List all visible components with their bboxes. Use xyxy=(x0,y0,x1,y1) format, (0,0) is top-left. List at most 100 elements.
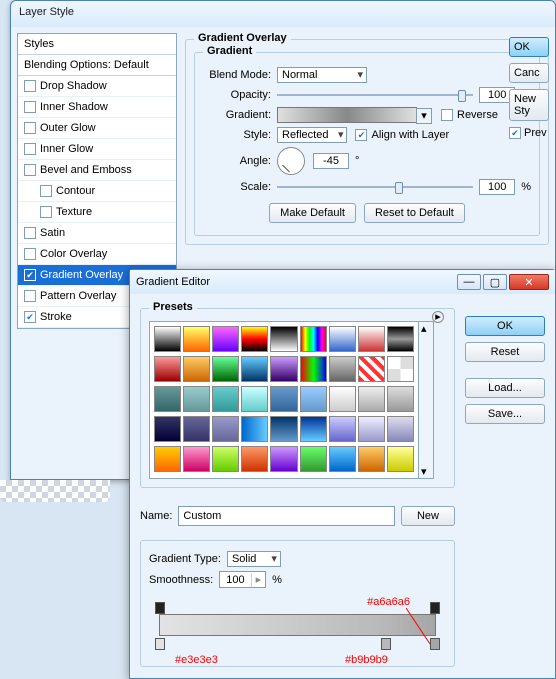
style-item-bevel-and-emboss[interactable]: Bevel and Emboss xyxy=(18,160,176,181)
preset-swatch[interactable] xyxy=(212,446,239,472)
ls-cancel-button[interactable]: Canc xyxy=(509,63,549,83)
preset-swatch[interactable] xyxy=(387,416,414,442)
make-default-button[interactable]: Make Default xyxy=(269,203,356,223)
preset-swatch[interactable] xyxy=(329,386,356,412)
ge-ok-button[interactable]: OK xyxy=(465,316,545,336)
preset-swatch[interactable] xyxy=(241,446,268,472)
preset-swatch[interactable] xyxy=(212,326,239,352)
style-item-outer-glow[interactable]: Outer Glow xyxy=(18,118,176,139)
preset-swatch[interactable] xyxy=(358,326,385,352)
preset-swatch[interactable] xyxy=(241,356,268,382)
gradient-preview[interactable] xyxy=(277,107,417,123)
style-item-contour[interactable]: Contour xyxy=(18,181,176,202)
angle-value[interactable]: -45 xyxy=(313,153,349,169)
preset-swatch[interactable] xyxy=(183,356,210,382)
style-checkbox[interactable] xyxy=(24,227,36,239)
preset-swatch[interactable] xyxy=(387,356,414,382)
preset-swatch[interactable] xyxy=(241,416,268,442)
preset-swatch[interactable] xyxy=(154,446,181,472)
preset-swatch[interactable] xyxy=(270,446,297,472)
preset-swatch[interactable] xyxy=(183,326,210,352)
style-checkbox[interactable] xyxy=(24,122,36,134)
style-checkbox[interactable] xyxy=(40,206,52,218)
style-item-texture[interactable]: Texture xyxy=(18,202,176,223)
preset-swatch[interactable] xyxy=(212,356,239,382)
preset-swatch[interactable] xyxy=(300,356,327,382)
minimize-button[interactable]: — xyxy=(457,274,481,290)
style-checkbox[interactable]: ✔ xyxy=(24,269,36,281)
preset-swatch[interactable] xyxy=(329,416,356,442)
ge-save-button[interactable]: Save... xyxy=(465,404,545,424)
preset-swatch[interactable] xyxy=(300,386,327,412)
preset-swatch[interactable] xyxy=(212,386,239,412)
grad-type-select[interactable]: Solid xyxy=(227,551,281,567)
preset-swatch[interactable] xyxy=(212,416,239,442)
preset-swatch[interactable] xyxy=(154,326,181,352)
ls-new-style-button[interactable]: New Sty xyxy=(509,89,549,121)
maximize-button[interactable]: ▢ xyxy=(483,274,507,290)
style-item-satin[interactable]: Satin xyxy=(18,223,176,244)
preset-swatch[interactable] xyxy=(183,386,210,412)
style-checkbox[interactable]: ✔ xyxy=(24,311,36,323)
ge-load-button[interactable]: Load... xyxy=(465,378,545,398)
close-button[interactable]: ✕ xyxy=(509,274,549,290)
preset-swatch[interactable] xyxy=(387,386,414,412)
style-item-inner-shadow[interactable]: Inner Shadow xyxy=(18,97,176,118)
preset-swatch[interactable] xyxy=(329,356,356,382)
style-checkbox[interactable] xyxy=(24,248,36,260)
reverse-checkbox[interactable] xyxy=(441,109,453,121)
gradient-editor-titlebar[interactable]: Gradient Editor — ▢ ✕ xyxy=(130,270,555,294)
preset-swatch[interactable] xyxy=(241,386,268,412)
preset-swatch[interactable] xyxy=(387,446,414,472)
preset-swatch[interactable] xyxy=(270,416,297,442)
preset-swatch[interactable] xyxy=(300,446,327,472)
preset-swatch[interactable] xyxy=(300,326,327,352)
opacity-slider[interactable] xyxy=(277,88,473,102)
style-checkbox[interactable] xyxy=(24,80,36,92)
preset-swatch[interactable] xyxy=(270,356,297,382)
preset-swatch[interactable] xyxy=(154,416,181,442)
ge-reset-button[interactable]: Reset xyxy=(465,342,545,362)
reset-default-button[interactable]: Reset to Default xyxy=(364,203,465,223)
preset-swatch[interactable] xyxy=(154,386,181,412)
ls-ok-button[interactable]: OK xyxy=(509,37,549,57)
preview-checkbox[interactable]: ✔ xyxy=(509,127,521,139)
style-checkbox[interactable] xyxy=(24,101,36,113)
style-select[interactable]: Reflected xyxy=(277,127,347,143)
scale-slider[interactable] xyxy=(277,180,473,194)
styles-header[interactable]: Styles xyxy=(18,34,176,55)
preset-swatch[interactable] xyxy=(358,416,385,442)
preset-swatch[interactable] xyxy=(329,326,356,352)
preset-swatch[interactable] xyxy=(241,326,268,352)
blend-mode-select[interactable]: Normal xyxy=(277,67,367,83)
preset-swatch[interactable] xyxy=(300,416,327,442)
preset-swatch[interactable] xyxy=(358,446,385,472)
style-checkbox[interactable] xyxy=(24,290,36,302)
preset-swatch[interactable] xyxy=(358,386,385,412)
preset-swatch[interactable] xyxy=(358,356,385,382)
presets-scrollbar[interactable] xyxy=(418,321,434,479)
preset-swatch[interactable] xyxy=(270,386,297,412)
preset-swatch[interactable] xyxy=(183,416,210,442)
color-stop-mid[interactable] xyxy=(381,638,391,650)
scale-value[interactable]: 100 xyxy=(479,179,515,195)
preset-swatch[interactable] xyxy=(270,326,297,352)
style-item-drop-shadow[interactable]: Drop Shadow xyxy=(18,76,176,97)
layer-style-titlebar[interactable]: Layer Style xyxy=(11,1,555,27)
color-stop-left[interactable] xyxy=(155,638,165,650)
style-checkbox[interactable] xyxy=(24,143,36,155)
preset-swatch[interactable] xyxy=(387,326,414,352)
preset-swatch[interactable] xyxy=(154,356,181,382)
new-gradient-button[interactable]: New xyxy=(401,506,455,526)
smoothness-input[interactable]: 100▸ xyxy=(219,571,266,588)
opacity-stop-left[interactable] xyxy=(155,602,165,614)
blending-options-row[interactable]: Blending Options: Default xyxy=(18,55,176,76)
style-checkbox[interactable] xyxy=(24,164,36,176)
style-item-color-overlay[interactable]: Color Overlay xyxy=(18,244,176,265)
preset-swatch[interactable] xyxy=(329,446,356,472)
gradient-name-input[interactable]: Custom xyxy=(178,506,395,526)
style-checkbox[interactable] xyxy=(40,185,52,197)
style-item-inner-glow[interactable]: Inner Glow xyxy=(18,139,176,160)
gradient-bar-area[interactable]: #a6a6a6 #e3e3e3 #b9b9b9 xyxy=(149,602,446,658)
preset-swatch[interactable] xyxy=(183,446,210,472)
